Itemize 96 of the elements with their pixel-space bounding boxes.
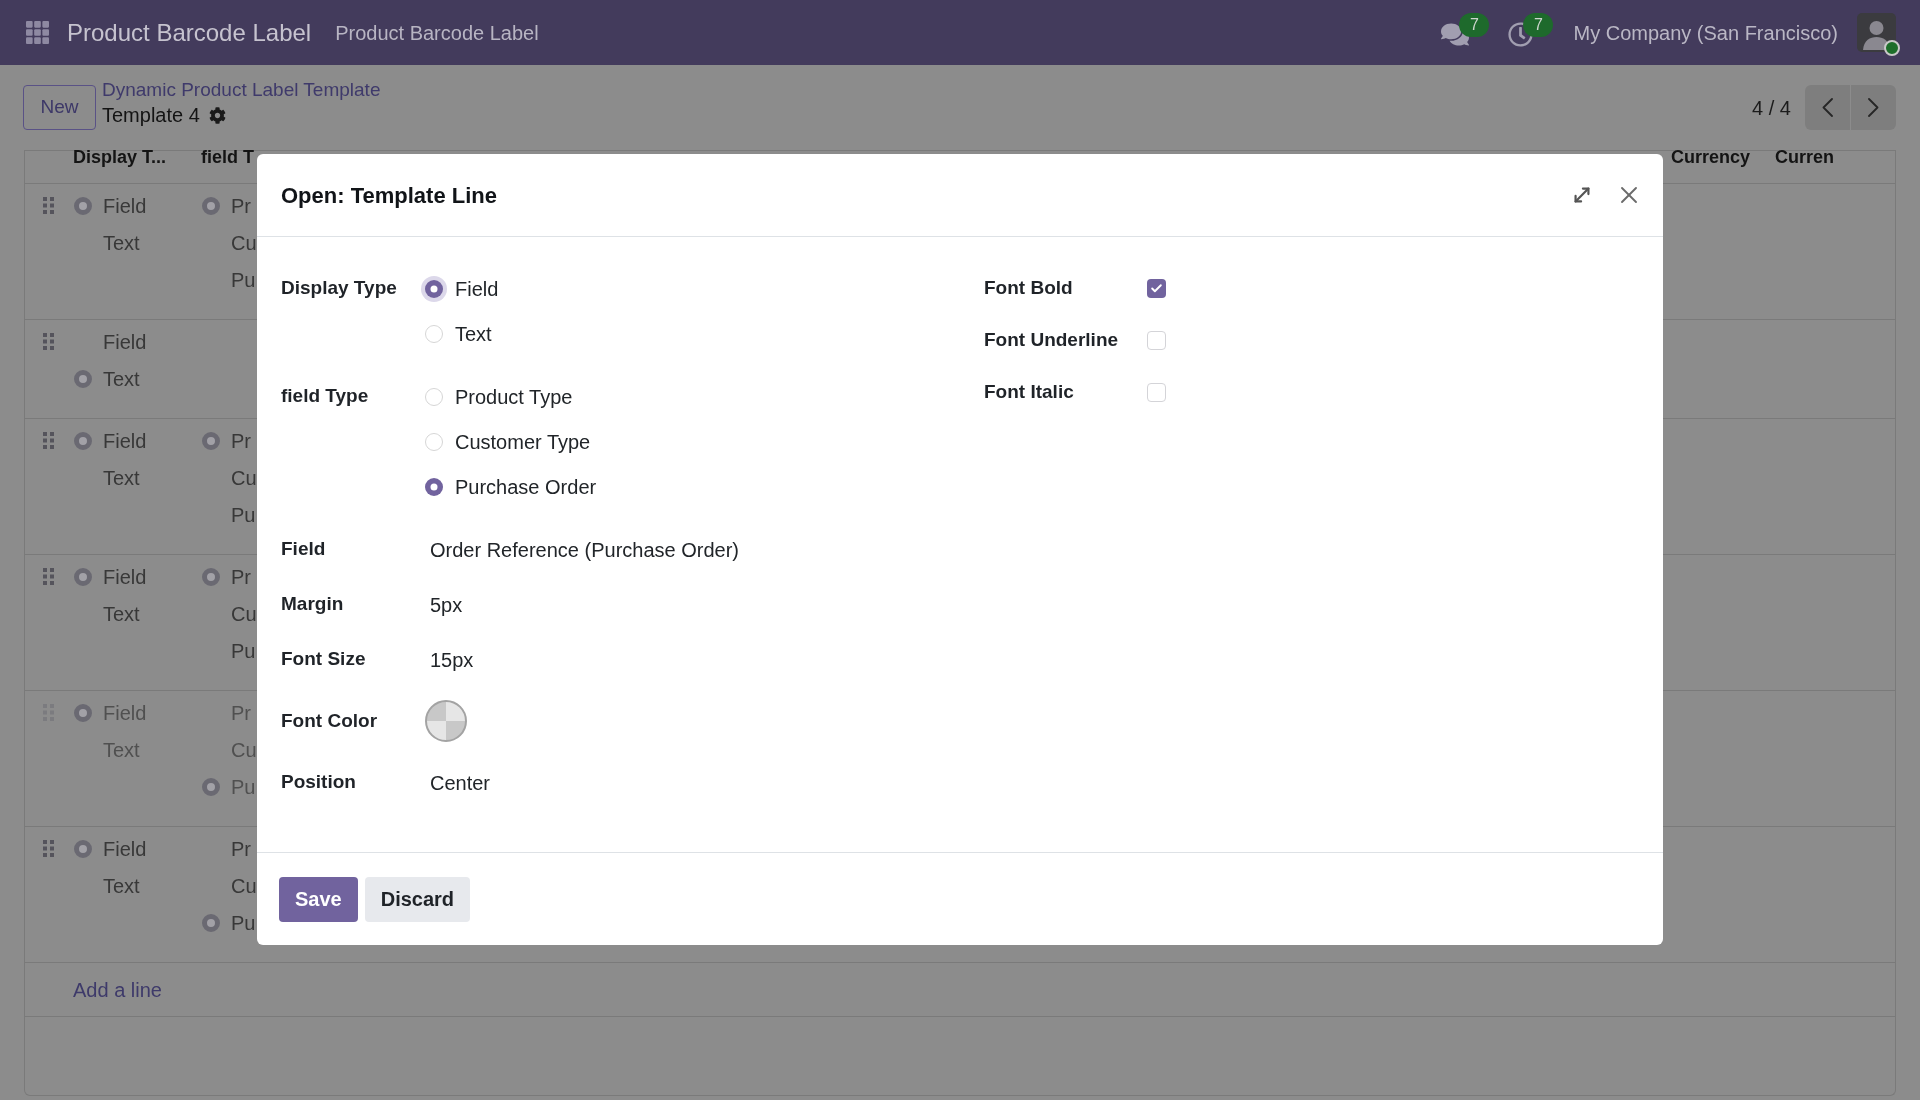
radio-label: Cu — [231, 230, 257, 256]
radio-label: Pr — [231, 836, 251, 862]
column-header[interactable]: Curren — [1775, 147, 1879, 169]
field-value[interactable]: Center — [425, 760, 491, 805]
field-value[interactable]: Order Reference (Purchase Order) — [425, 527, 739, 572]
checkbox[interactable] — [1147, 278, 1166, 298]
radio-label: Text — [103, 366, 140, 392]
save-button[interactable]: Save — [279, 876, 358, 922]
radio-button[interactable] — [421, 275, 447, 302]
drag-handle-icon[interactable] — [43, 840, 54, 857]
field-label: Position — [281, 770, 357, 795]
radio-label: Pu — [231, 638, 256, 664]
settings-icon[interactable] — [208, 106, 226, 124]
clock-icon[interactable] — [1508, 21, 1534, 47]
field-value[interactable]: 5px — [425, 582, 463, 627]
drag-handle-icon[interactable] — [43, 432, 54, 449]
radio-label: Text — [103, 465, 140, 491]
radio-label: Pr — [231, 564, 251, 590]
column-header[interactable]: Display T... — [73, 147, 201, 169]
radio-label: Pr — [231, 193, 251, 219]
radio-label: Field — [103, 193, 147, 219]
checkbox[interactable] — [1147, 330, 1166, 350]
previous-button[interactable] — [1805, 85, 1850, 130]
radio-button[interactable] — [74, 431, 92, 450]
radio-label[interactable]: Purchase Order — [455, 471, 597, 502]
field-label: Font Size — [281, 647, 367, 672]
color-swatch-icon[interactable] — [425, 700, 467, 742]
new-button[interactable]: New — [23, 85, 96, 130]
radio-label[interactable]: Customer Type — [455, 426, 591, 457]
radio-button[interactable] — [74, 369, 92, 388]
field-label: Display Type — [281, 276, 398, 301]
chevron-left-icon — [1822, 98, 1833, 117]
radio-label: Text — [103, 601, 140, 627]
checkbox[interactable] — [1147, 382, 1166, 402]
radio-label: Pu — [231, 774, 256, 800]
field-label: Font Italic — [984, 379, 1075, 404]
radio-label: Pr — [231, 700, 251, 726]
apps-grid-icon[interactable] — [26, 21, 49, 44]
add-line-link[interactable]: Add a line — [73, 974, 162, 1005]
drag-handle-icon[interactable] — [43, 568, 54, 585]
radio-button[interactable] — [202, 567, 220, 586]
record-title: Template 4 — [102, 103, 200, 128]
radio-label: Field — [103, 428, 147, 454]
radio-label: Field — [103, 836, 147, 862]
radio-label: Pu — [231, 910, 256, 936]
avatar-icon[interactable] — [1857, 13, 1896, 52]
drag-handle-icon[interactable] — [43, 333, 54, 350]
radio-label: Field — [103, 700, 147, 726]
radio-label: Pu — [231, 267, 256, 293]
radio-label: Pr — [231, 428, 251, 454]
dialog-title: Open: Template Line — [281, 181, 497, 210]
field-label: Font Color — [281, 708, 379, 733]
radio-button[interactable] — [202, 777, 220, 796]
field-label: Field — [281, 537, 327, 562]
radio-label[interactable]: Product Type — [455, 381, 573, 412]
pager-value[interactable]: 4 / 4 — [1752, 92, 1791, 123]
radio-label: Cu — [231, 873, 257, 899]
radio-button[interactable] — [74, 196, 92, 215]
radio-button[interactable] — [74, 703, 92, 722]
radio-button[interactable] — [74, 839, 92, 858]
radio-button[interactable] — [202, 431, 220, 450]
menu-item[interactable]: Product Barcode Label — [335, 17, 539, 48]
app-title[interactable]: Product Barcode Label — [67, 14, 312, 51]
radio-label: Text — [103, 737, 140, 763]
radio-label: Cu — [231, 465, 257, 491]
next-button[interactable] — [1851, 85, 1896, 130]
radio-label[interactable]: Field — [455, 273, 499, 304]
column-header[interactable]: Currency — [1671, 147, 1775, 169]
field-label: field Type — [281, 384, 370, 409]
radio-button[interactable] — [202, 913, 220, 932]
radio-label: Cu — [231, 601, 257, 627]
breadcrumb-link[interactable]: Dynamic Product Label Template — [102, 78, 381, 102]
field-label: Font Underline — [984, 327, 1120, 352]
notification-badge: 7 — [1523, 13, 1554, 37]
radio-label: Pu — [231, 502, 256, 528]
discard-button[interactable]: Discard — [364, 876, 471, 922]
chat-icon[interactable] — [1441, 21, 1470, 47]
radio-label: Field — [103, 564, 147, 590]
online-status-icon — [1884, 40, 1900, 56]
radio-label: Field — [103, 329, 147, 355]
radio-label: Text — [103, 230, 140, 256]
radio-label: Text — [103, 873, 140, 899]
radio-button[interactable] — [202, 196, 220, 215]
field-label: Margin — [281, 592, 345, 617]
check-icon — [1150, 281, 1163, 295]
field-value[interactable]: 15px — [425, 637, 474, 682]
expand-icon[interactable] — [1571, 184, 1593, 206]
company-switcher[interactable]: My Company (San Francisco) — [1573, 17, 1838, 48]
drag-handle-icon[interactable] — [43, 197, 54, 214]
notification-badge: 7 — [1459, 13, 1490, 37]
radio-button[interactable] — [74, 567, 92, 586]
radio-label[interactable]: Text — [455, 318, 492, 349]
radio-button[interactable] — [425, 477, 443, 496]
radio-label: Cu — [231, 737, 257, 763]
chevron-right-icon — [1868, 98, 1879, 117]
field-label: Font Bold — [984, 275, 1074, 300]
